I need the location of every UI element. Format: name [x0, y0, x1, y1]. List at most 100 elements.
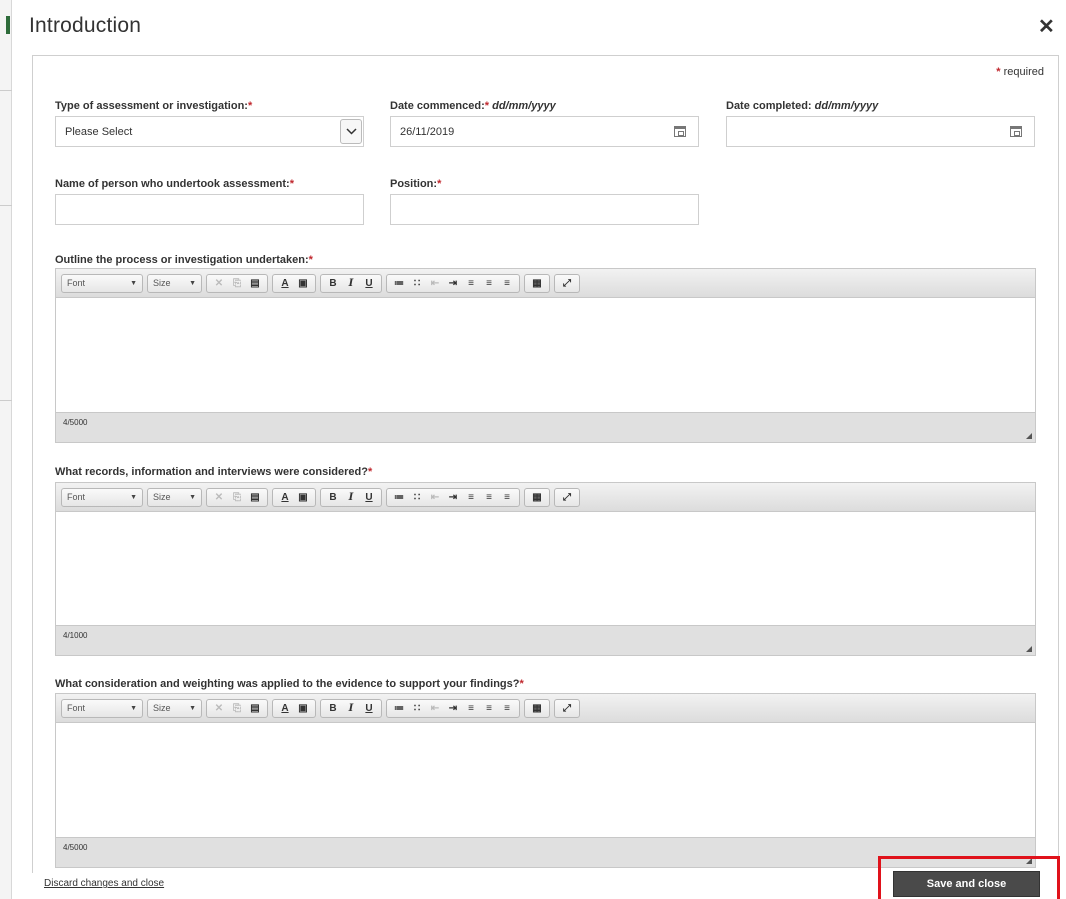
editor-toolbar: Font ▼ Size ▼ ✕ ⎘ ▤ A ▣ B I U ≔ ∷ ⇤ ⇥ ≡ …: [56, 483, 1035, 512]
rich-text-editor-process: Font ▼ Size ▼ ✕ ⎘ ▤ A ▣ B I U ≔ ∷ ⇤ ⇥ ≡ …: [55, 268, 1036, 443]
background-rule: [0, 90, 12, 91]
numbered-list-icon[interactable]: ≔: [391, 701, 407, 716]
numbered-list-icon[interactable]: ≔: [391, 490, 407, 505]
underline-icon[interactable]: U: [361, 701, 377, 716]
calendar-icon[interactable]: [1010, 126, 1022, 137]
table-group: ▦: [524, 487, 550, 507]
background-rule: [0, 400, 12, 401]
numbered-list-icon[interactable]: ≔: [391, 276, 407, 291]
maximize-icon[interactable]: ⤢: [559, 276, 575, 291]
indent-icon[interactable]: ⇥: [445, 701, 461, 716]
underline-icon[interactable]: U: [361, 276, 377, 291]
assessment-type-label: Type of assessment or investigation:*: [55, 100, 253, 112]
text-color-icon[interactable]: A: [277, 490, 293, 505]
editor-content-area[interactable]: [56, 723, 1035, 837]
paste-icon[interactable]: ▤: [247, 701, 263, 716]
outdent-icon[interactable]: ⇤: [427, 276, 443, 291]
align-left-icon[interactable]: ≡: [463, 490, 479, 505]
italic-icon[interactable]: I: [343, 701, 359, 716]
form-panel: * required Type of assessment or investi…: [32, 55, 1059, 873]
text-color-icon[interactable]: A: [277, 276, 293, 291]
date-completed-label: Date completed: dd/mm/yyyy: [726, 100, 879, 112]
outdent-icon[interactable]: ⇤: [427, 490, 443, 505]
font-dropdown[interactable]: Font ▼: [61, 273, 143, 293]
date-commenced-value: 26/11/2019: [400, 125, 455, 138]
cut-icon[interactable]: ✕: [211, 490, 227, 505]
calendar-icon[interactable]: [674, 126, 686, 137]
background-window-edge: [0, 0, 12, 899]
bullet-list-icon[interactable]: ∷: [409, 276, 425, 291]
size-dropdown[interactable]: Size ▼: [147, 487, 202, 507]
bullet-list-icon[interactable]: ∷: [409, 701, 425, 716]
assessor-name-input[interactable]: [55, 194, 364, 225]
discard-changes-link[interactable]: Discard changes and close: [44, 878, 164, 889]
assessor-name-label: Name of person who undertook assessment:…: [55, 178, 294, 190]
underline-icon[interactable]: U: [361, 490, 377, 505]
date-completed-field[interactable]: [726, 116, 1035, 147]
background-color-icon[interactable]: ▣: [295, 701, 311, 716]
background-color-icon[interactable]: ▣: [295, 276, 311, 291]
text-color-icon[interactable]: A: [277, 701, 293, 716]
maximize-icon[interactable]: ⤢: [559, 490, 575, 505]
editor-content-area[interactable]: [56, 512, 1035, 625]
background-accent-marker: [6, 16, 10, 34]
editor-toolbar: Font ▼ Size ▼ ✕ ⎘ ▤ A ▣ B I U ≔ ∷ ⇤ ⇥ ≡ …: [56, 269, 1035, 298]
background-color-icon[interactable]: ▣: [295, 490, 311, 505]
size-dropdown[interactable]: Size ▼: [147, 273, 202, 293]
bold-icon[interactable]: B: [325, 490, 341, 505]
table-icon[interactable]: ▦: [529, 490, 545, 505]
align-center-icon[interactable]: ≡: [481, 276, 497, 291]
paragraph-group: ≔ ∷ ⇤ ⇥ ≡ ≡ ≡: [386, 273, 520, 293]
cut-icon[interactable]: ✕: [211, 701, 227, 716]
italic-icon[interactable]: I: [343, 276, 359, 291]
editor-3-label: What consideration and weighting was app…: [55, 678, 524, 690]
align-center-icon[interactable]: ≡: [481, 701, 497, 716]
paragraph-group: ≔ ∷ ⇤ ⇥ ≡ ≡ ≡: [386, 487, 520, 507]
indent-icon[interactable]: ⇥: [445, 276, 461, 291]
editor-content-area[interactable]: [56, 298, 1035, 412]
bullet-list-icon[interactable]: ∷: [409, 490, 425, 505]
italic-icon[interactable]: I: [343, 490, 359, 505]
assessment-type-value: Please Select: [65, 125, 133, 138]
font-dropdown[interactable]: Font ▼: [61, 698, 143, 718]
align-right-icon[interactable]: ≡: [499, 276, 515, 291]
color-group: A ▣: [272, 487, 316, 507]
table-group: ▦: [524, 273, 550, 293]
editor-1-label: Outline the process or investigation und…: [55, 254, 313, 266]
align-right-icon[interactable]: ≡: [499, 490, 515, 505]
copy-icon[interactable]: ⎘: [229, 701, 245, 716]
bold-icon[interactable]: B: [325, 276, 341, 291]
date-commenced-field[interactable]: 26/11/2019: [390, 116, 699, 147]
clipboard-group: ✕ ⎘ ▤: [206, 698, 268, 718]
position-input[interactable]: [390, 194, 699, 225]
font-dropdown[interactable]: Font ▼: [61, 487, 143, 507]
cut-icon[interactable]: ✕: [211, 276, 227, 291]
table-icon[interactable]: ▦: [529, 701, 545, 716]
paste-icon[interactable]: ▤: [247, 490, 263, 505]
paste-icon[interactable]: ▤: [247, 276, 263, 291]
maximize-icon[interactable]: ⤢: [559, 701, 575, 716]
dialog-title: Introduction: [29, 14, 142, 37]
table-icon[interactable]: ▦: [529, 276, 545, 291]
copy-icon[interactable]: ⎘: [229, 490, 245, 505]
resize-handle-icon[interactable]: [1026, 433, 1032, 439]
align-right-icon[interactable]: ≡: [499, 701, 515, 716]
style-group: B I U: [320, 698, 382, 718]
size-dropdown[interactable]: Size ▼: [147, 698, 202, 718]
assessment-type-select[interactable]: Please Select: [55, 116, 364, 147]
resize-handle-icon[interactable]: [1026, 646, 1032, 652]
copy-icon[interactable]: ⎘: [229, 276, 245, 291]
close-icon[interactable]: ✕: [1038, 14, 1055, 39]
outdent-icon[interactable]: ⇤: [427, 701, 443, 716]
editor-statusbar: 4/1000: [56, 625, 1035, 655]
maximize-group: ⤢: [554, 698, 580, 718]
background-rule: [0, 205, 12, 206]
date-commenced-label: Date commenced:* dd/mm/yyyy: [390, 100, 556, 112]
bold-icon[interactable]: B: [325, 701, 341, 716]
indent-icon[interactable]: ⇥: [445, 490, 461, 505]
align-left-icon[interactable]: ≡: [463, 276, 479, 291]
editor-statusbar: 4/5000: [56, 412, 1035, 442]
align-left-icon[interactable]: ≡: [463, 701, 479, 716]
chevron-down-icon[interactable]: [340, 119, 362, 144]
align-center-icon[interactable]: ≡: [481, 490, 497, 505]
